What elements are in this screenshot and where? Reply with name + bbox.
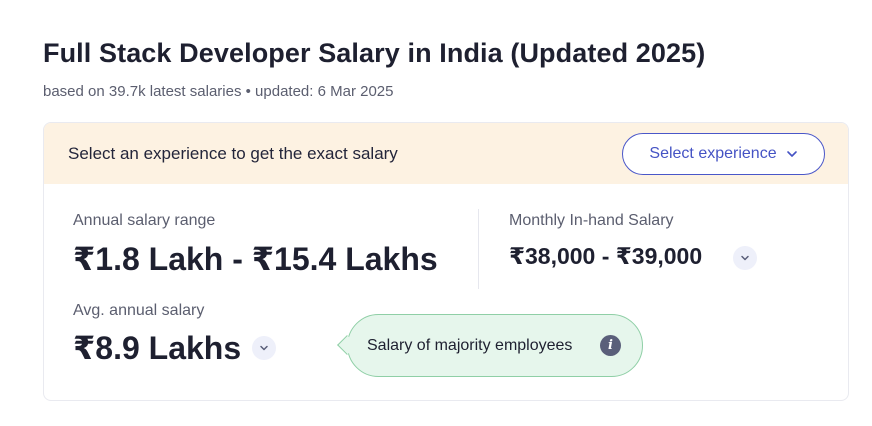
experience-banner: Select an experience to get the exact sa… [44, 123, 848, 184]
monthly-value: ₹38,000 - ₹39,000 [509, 243, 703, 269]
page-subtitle: based on 39.7k latest salaries • updated… [43, 83, 394, 100]
tooltip-text: Salary of majority employees [367, 336, 573, 354]
info-icon[interactable]: i [600, 335, 621, 356]
chevron-down-icon [260, 345, 268, 351]
average-expand-button[interactable] [252, 336, 276, 360]
page-title: Full Stack Developer Salary in India (Up… [43, 38, 706, 68]
tooltip-arrow [337, 335, 357, 355]
annual-range-label: Annual salary range [73, 212, 216, 229]
chevron-down-icon [741, 255, 749, 261]
divider [478, 209, 479, 289]
salary-page: Full Stack Developer Salary in India (Up… [0, 0, 872, 426]
select-experience-label: Select experience [649, 145, 777, 162]
majority-salary-tooltip: Salary of majority employees i [337, 314, 643, 377]
salary-card: Select an experience to get the exact sa… [43, 122, 849, 401]
monthly-expand-button[interactable] [733, 246, 757, 270]
annual-range-value: ₹1.8 Lakh - ₹15.4 Lakhs [73, 241, 438, 277]
banner-text: Select an experience to get the exact sa… [68, 144, 398, 163]
average-value: ₹8.9 Lakhs [73, 330, 242, 366]
average-label: Avg. annual salary [73, 302, 205, 319]
monthly-label: Monthly In-hand Salary [509, 212, 674, 229]
select-experience-button[interactable]: Select experience [622, 133, 825, 175]
chevron-down-icon [786, 151, 797, 157]
